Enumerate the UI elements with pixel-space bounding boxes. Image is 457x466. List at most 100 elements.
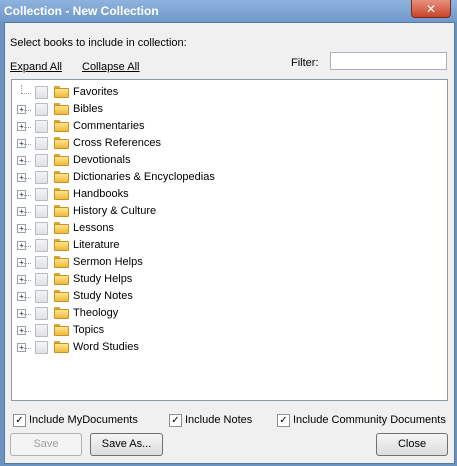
tree-item-label: Topics	[73, 324, 105, 336]
folder-icon	[54, 137, 69, 149]
include-mydocuments-label: Include MyDocuments	[29, 414, 138, 426]
tree-connector	[21, 178, 31, 179]
include-notes-label: Include Notes	[185, 414, 253, 426]
tree-item[interactable]: + Topics	[12, 322, 412, 339]
filter-input[interactable]	[330, 52, 447, 70]
tree-item-checkbox[interactable]	[35, 86, 48, 99]
instruction-text: Select books to include in collection:	[10, 37, 187, 49]
tree-item-checkbox[interactable]	[35, 256, 48, 269]
tree-item[interactable]: + Literature	[12, 237, 412, 254]
folder-icon	[54, 256, 69, 268]
folder-icon	[54, 103, 69, 115]
filter-label: Filter:	[291, 57, 319, 69]
tree-item[interactable]: + Lessons	[12, 220, 412, 237]
folder-icon	[54, 290, 69, 302]
tree-item[interactable]: + Word Studies	[12, 339, 412, 356]
tree-item[interactable]: + Cross References	[12, 135, 412, 152]
tree-item-checkbox[interactable]	[35, 188, 48, 201]
tree-connector	[21, 314, 31, 315]
tree-item-checkbox[interactable]	[35, 222, 48, 235]
tree-connector	[21, 93, 31, 94]
tree-item-checkbox[interactable]	[35, 171, 48, 184]
tree-item[interactable]: + Handbooks	[12, 186, 412, 203]
tree-item-label: Sermon Helps	[73, 256, 143, 268]
tree-item[interactable]: + History & Culture	[12, 203, 412, 220]
tree-item-checkbox[interactable]	[35, 120, 48, 133]
tree-item-label: Word Studies	[73, 341, 139, 353]
tree-item-label: Study Helps	[73, 273, 133, 285]
tree-item-checkbox[interactable]	[35, 205, 48, 218]
expand-all-link[interactable]: Expand All	[10, 61, 62, 73]
folder-icon	[54, 222, 69, 234]
folder-icon	[54, 341, 69, 353]
tree-item[interactable]: + Study Notes	[12, 288, 412, 305]
tree-item-label: Bibles	[73, 103, 103, 115]
dialog-body: Select books to include in collection: E…	[4, 22, 455, 464]
tree-connector	[21, 331, 31, 332]
tree-item-label: Devotionals	[73, 154, 131, 166]
tree-item[interactable]: + Study Helps	[12, 271, 412, 288]
folder-icon	[54, 86, 69, 98]
tree-item-checkbox[interactable]	[35, 341, 48, 354]
tree-item[interactable]: + Theology	[12, 305, 412, 322]
tree-item[interactable]: + Sermon Helps	[12, 254, 412, 271]
tree-item-checkbox[interactable]	[35, 307, 48, 320]
tree-connector	[21, 110, 31, 111]
folder-icon	[54, 188, 69, 200]
tree-item-checkbox[interactable]	[35, 290, 48, 303]
include-notes-checkbox[interactable]: ✓	[169, 414, 182, 427]
tree-connector	[21, 212, 31, 213]
tree-connector	[21, 297, 31, 298]
save-as-button[interactable]: Save As...	[90, 433, 163, 456]
folder-icon	[54, 171, 69, 183]
folder-icon	[54, 307, 69, 319]
tree-item-label: Commentaries	[73, 120, 145, 132]
window-close-button[interactable]: ✕	[411, 0, 451, 18]
tree-connector	[21, 263, 31, 264]
tree-item-checkbox[interactable]	[35, 103, 48, 116]
tree-item-checkbox[interactable]	[35, 137, 48, 150]
include-community-label: Include Community Documents	[293, 414, 446, 426]
tree-item[interactable]: + Dictionaries & Encyclopedias	[12, 169, 412, 186]
collapse-all-link[interactable]: Collapse All	[82, 61, 139, 73]
tree-item-label: History & Culture	[73, 205, 157, 217]
tree-item-checkbox[interactable]	[35, 239, 48, 252]
close-icon: ✕	[425, 1, 437, 16]
tree-item-checkbox[interactable]	[35, 273, 48, 286]
title-bar: Collection - New Collection ✕	[0, 0, 457, 22]
tree-connector	[21, 280, 31, 281]
window-title: Collection - New Collection	[4, 4, 159, 18]
tree-item[interactable]: + Bibles	[12, 101, 412, 118]
close-button[interactable]: Close	[376, 433, 448, 456]
tree-item-label: Study Notes	[73, 290, 133, 302]
tree-connector	[21, 161, 31, 162]
tree-item-label: Cross References	[73, 137, 162, 149]
folder-icon	[54, 120, 69, 132]
tree-connector	[21, 144, 31, 145]
tree-connector	[21, 195, 31, 196]
tree-connector	[21, 229, 31, 230]
folder-icon	[54, 324, 69, 336]
tree-item-label: Handbooks	[73, 188, 129, 200]
tree-connector	[21, 127, 31, 128]
tree-connector	[21, 246, 31, 247]
tree-item-label: Dictionaries & Encyclopedias	[73, 171, 215, 183]
tree-item[interactable]: + Commentaries	[12, 118, 412, 135]
save-button[interactable]: Save	[10, 433, 82, 456]
folder-icon	[54, 273, 69, 285]
tree-item-checkbox[interactable]	[35, 154, 48, 167]
tree-item-label: Favorites	[73, 86, 119, 98]
include-mydocuments-checkbox[interactable]: ✓	[13, 414, 26, 427]
tree-item-label: Theology	[73, 307, 119, 319]
collection-tree[interactable]: Favorites + Bibles + Commentaries + Cross Refe…	[11, 79, 448, 401]
tree-item-label: Lessons	[73, 222, 114, 234]
folder-icon	[54, 205, 69, 217]
tree-item[interactable]: + Devotionals	[12, 152, 412, 169]
tree-item[interactable]: Favorites	[12, 84, 412, 101]
folder-icon	[54, 154, 69, 166]
tree-item-checkbox[interactable]	[35, 324, 48, 337]
tree-connector	[21, 348, 31, 349]
include-community-checkbox[interactable]: ✓	[277, 414, 290, 427]
tree-connector	[21, 85, 22, 93]
folder-icon	[54, 239, 69, 251]
